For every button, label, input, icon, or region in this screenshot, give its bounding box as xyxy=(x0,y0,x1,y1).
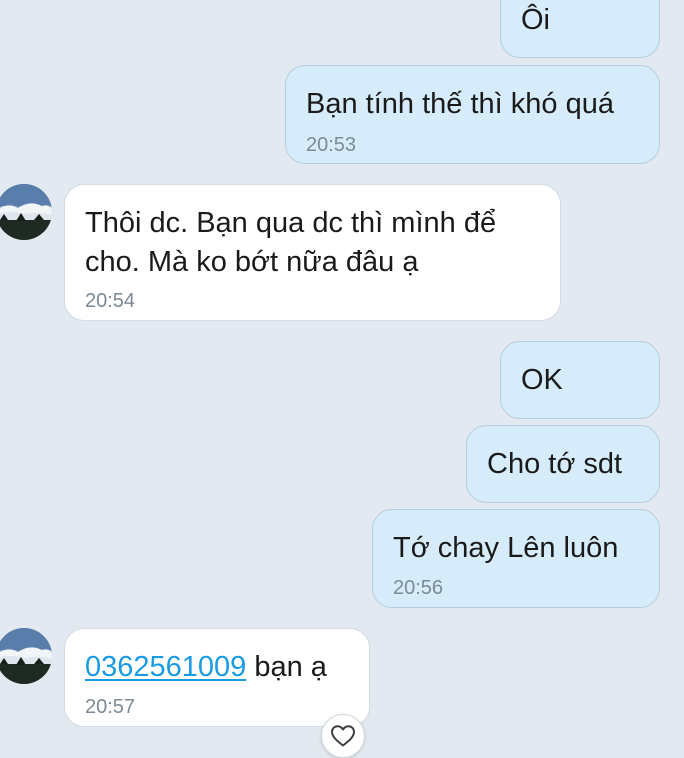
chat-screen: { "messages": [ { "direction": "out", "t… xyxy=(0,0,684,758)
reaction-button[interactable] xyxy=(321,714,365,758)
heart-icon xyxy=(331,725,355,747)
message-text: Thôi dc. Bạn qua dc thì mình để cho. Mà … xyxy=(85,207,497,278)
message-text: Bạn tính thế thì khó quá xyxy=(306,88,614,120)
message-text: OK xyxy=(521,364,563,396)
message-timestamp: 20:56 xyxy=(393,577,444,599)
message-timestamp: 20:57 xyxy=(85,696,136,718)
message-bubble-incoming[interactable]: 0362561009 bạn ạ 20:57 xyxy=(64,628,370,727)
message-text: 0362561009 bạn ạ xyxy=(85,648,351,687)
avatar-image xyxy=(0,184,52,240)
message-bubble-outgoing[interactable]: Bạn tính thế thì khó quá 20:53 xyxy=(285,65,660,164)
message-bubble-outgoing[interactable]: Ôi xyxy=(500,0,660,58)
message-bubble-outgoing[interactable]: Cho tớ sdt xyxy=(466,425,660,503)
message-timestamp: 20:54 xyxy=(85,290,136,312)
message-text: Ôi xyxy=(521,4,550,36)
message-text: Cho tớ sdt xyxy=(487,448,623,480)
message-bubble-outgoing[interactable]: OK xyxy=(500,341,660,419)
message-bubble-outgoing[interactable]: Tớ chay Lên luôn 20:56 xyxy=(372,509,660,608)
contact-avatar[interactable] xyxy=(0,628,52,684)
message-text-suffix: bạn ạ xyxy=(246,651,327,683)
message-bubble-incoming[interactable]: Thôi dc. Bạn qua dc thì mình để cho. Mà … xyxy=(64,184,561,321)
message-timestamp: 20:53 xyxy=(306,134,357,156)
contact-avatar[interactable] xyxy=(0,184,52,240)
avatar-image xyxy=(0,628,52,684)
phone-number-link[interactable]: 0362561009 xyxy=(85,651,246,683)
message-text: Tớ chay Lên luôn xyxy=(393,532,619,564)
